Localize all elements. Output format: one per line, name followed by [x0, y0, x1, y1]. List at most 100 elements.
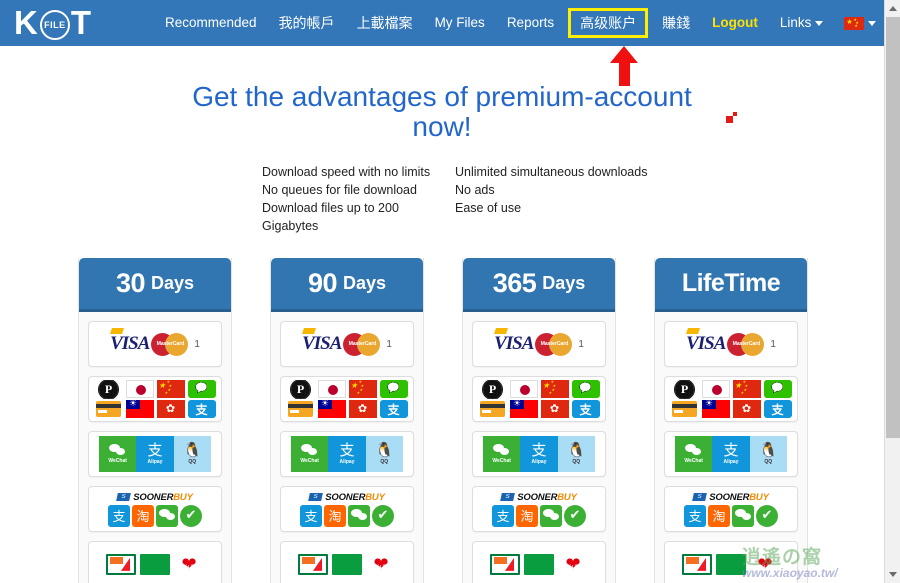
japan-flag-icon [509, 380, 539, 399]
soonerbuy-brand: S SOONERBUY [500, 492, 577, 503]
plan-card-90-days[interactable]: 90 Days VISA MasterCard 1 P ★ ★ ★ ★ ★ 💬 … [270, 258, 424, 583]
payment-row-cards[interactable]: VISA MasterCard 1 [88, 321, 222, 368]
payment-row-soonerbuy[interactable]: S SOONERBUY 支 淘 ✔ [664, 486, 798, 533]
payment-row-trio[interactable]: WeChat 支 Alipay 🐧 QQ [664, 431, 798, 478]
nav-premium-account[interactable]: 高级账户 [568, 7, 649, 39]
paypal-icon: P [478, 379, 508, 399]
payment-row-flags[interactable]: P ★★★★★ 支 [664, 376, 798, 423]
alipay-tile: 支 Alipay [328, 436, 366, 473]
feature-item: Ease of use [455, 201, 522, 216]
visa-icon: VISA [686, 333, 726, 355]
payment-row-cards[interactable]: VISA MasterCard 1 [472, 321, 606, 368]
wechat-icon [187, 380, 217, 399]
mastercard-icon: MasterCard [535, 332, 573, 356]
plan-amount: 365 [492, 268, 537, 299]
payment-row-flags[interactable]: P ★★★★★ 支 [280, 376, 414, 423]
chevron-down-icon [868, 20, 877, 26]
plan-card-lifetime[interactable]: LifeTime VISA MasterCard 1 P ★ ★ ★ ★ ★ 💬… [654, 258, 808, 583]
page-root: K FILE T Recommended 我的帳戶 上載檔案 My Files … [0, 0, 900, 583]
plan-cards: 30 Days VISA MasterCard 1 P ★ ★ ★ ★ ★ 💬 … [0, 258, 884, 583]
soonerbuy-part2: BUY [365, 491, 385, 503]
logo-letter-t: T [70, 4, 93, 41]
nav-links-dropdown[interactable]: Links [769, 9, 835, 37]
wechat-alipay-qq-banner: WeChat 支 Alipay 🐧 QQ [675, 436, 787, 473]
feature-item: Download files up to 200 Gigabytes [262, 201, 399, 234]
mastercard-label: MasterCard [732, 340, 761, 347]
soonerbuy-logo-icon: S [116, 493, 132, 502]
hi-life-label: Hi-Life [375, 563, 387, 569]
scrollbar-thumb[interactable] [886, 17, 900, 438]
wechat-tile: WeChat [291, 436, 329, 473]
hi-life-icon: ❤ Hi-Life [750, 553, 780, 575]
mastercard-label: MasterCard [156, 340, 185, 347]
paypal-icon: P [286, 379, 316, 399]
payment-row-trio[interactable]: WeChat 支 Alipay 🐧 QQ [280, 431, 414, 478]
soonerbuy-block: S SOONERBUY 支 淘 ✔ [492, 492, 586, 527]
credit-card-icon [670, 400, 700, 419]
qq-penguin-icon: 🐧 [374, 442, 394, 460]
flags-grid: P ★★★★★ 支 [670, 379, 793, 419]
payment-row-soonerbuy[interactable]: S SOONERBUY 支 淘 ✔ [472, 486, 606, 533]
payment-badge: 1 [194, 338, 200, 350]
payment-row-stores[interactable]: ❤ Hi-Life [280, 541, 414, 583]
payment-row-stores[interactable]: ❤ Hi-Life [664, 541, 798, 583]
family-mart-icon [524, 553, 554, 575]
payment-row-stores[interactable]: ❤ Hi-Life [472, 541, 606, 583]
payment-row-flags[interactable]: P ★★★★★ 支 [88, 376, 222, 423]
site-logo[interactable]: K FILE T [14, 4, 92, 42]
china-flag-icon: ★ ★ ★ ★ ★ [156, 380, 186, 399]
soonerbuy-block: S SOONERBUY 支 淘 ✔ [684, 492, 778, 527]
visa-icon: VISA [494, 333, 534, 355]
language-selector[interactable]: ★ ★ ★ ★ [834, 11, 886, 36]
soonerbuy-part1: SOONER [133, 491, 174, 503]
scroll-down-button[interactable] [885, 566, 900, 583]
nav-logout[interactable]: Logout [701, 9, 769, 37]
mastercard-icon: MasterCard [151, 332, 189, 356]
hongkong-flag-icon [156, 400, 186, 419]
nav-my-files[interactable]: My Files [424, 9, 496, 37]
qq-tile: 🐧 QQ [365, 436, 403, 473]
nav-earn-money[interactable]: 賺錢 [651, 9, 701, 38]
alipay-icon: 支 [147, 441, 163, 460]
payment-row-cards[interactable]: VISA MasterCard 1 [664, 321, 798, 368]
nav-upload-file[interactable]: 上載檔案 [346, 9, 424, 38]
nav-recommended[interactable]: Recommended [154, 9, 268, 37]
soonerbuy-block: S SOONERBUY 支 淘 ✔ [108, 492, 202, 527]
taiwan-flag-icon [317, 400, 347, 419]
payment-row-cards[interactable]: VISA MasterCard 1 [280, 321, 414, 368]
plan-header: 90 Days [271, 258, 423, 313]
payment-row-flags[interactable]: P ★★★★★ 支 [472, 376, 606, 423]
seven-eleven-icon [298, 553, 328, 575]
wechat-icon [379, 380, 409, 399]
nav-my-account[interactable]: 我的帳戶 [268, 9, 346, 38]
hongkong-flag-icon [732, 400, 762, 419]
payment-row-soonerbuy[interactable]: S SOONERBUY 支 淘 ✔ [280, 486, 414, 533]
convenience-store-icons: ❤ Hi-Life [490, 553, 588, 575]
logo-at-file-icon: FILE [39, 10, 70, 40]
payment-row-soonerbuy[interactable]: S SOONERBUY 支 淘 ✔ [88, 486, 222, 533]
payment-row-trio[interactable]: WeChat 支 Alipay 🐧 QQ [88, 431, 222, 478]
triangle-up-icon [889, 6, 897, 11]
scroll-up-button[interactable] [885, 0, 900, 17]
wechat-alipay-qq-banner: WeChat 支 Alipay 🐧 QQ [99, 436, 211, 473]
soonerbuy-logo-icon: S [692, 493, 708, 502]
alipay-icon: 支 [571, 400, 601, 419]
taiwan-flag-icon [509, 400, 539, 419]
payment-row-stores[interactable]: ❤ Hi-Life [88, 541, 222, 583]
payment-row-trio[interactable]: WeChat 支 Alipay 🐧 QQ [472, 431, 606, 478]
plan-card-30-days[interactable]: 30 Days VISA MasterCard 1 P ★ ★ ★ ★ ★ 💬 … [78, 258, 232, 583]
alipay-label: Alipay [147, 459, 163, 466]
feature-item: Unlimited simultaneous downloads [455, 164, 648, 179]
hi-life-label: Hi-Life [183, 563, 195, 569]
soonerbuy-text: SOONERBUY [709, 492, 769, 503]
plan-card-365-days[interactable]: 365 Days VISA MasterCard 1 P ★ ★ ★ ★ ★ 💬… [462, 258, 616, 583]
nav-reports[interactable]: Reports [496, 9, 565, 37]
wechat-icon [156, 504, 178, 527]
vertical-scrollbar[interactable] [884, 0, 900, 583]
qq-label: QQ [380, 459, 389, 466]
hongkong-flag-icon [348, 400, 378, 419]
soonerbuy-icons: 支 淘 ✔ [108, 504, 202, 527]
checkmark-icon: ✔ [180, 504, 202, 527]
soonerbuy-icons: 支 淘 ✔ [300, 504, 394, 527]
hi-life-label: Hi-Life [759, 563, 771, 569]
